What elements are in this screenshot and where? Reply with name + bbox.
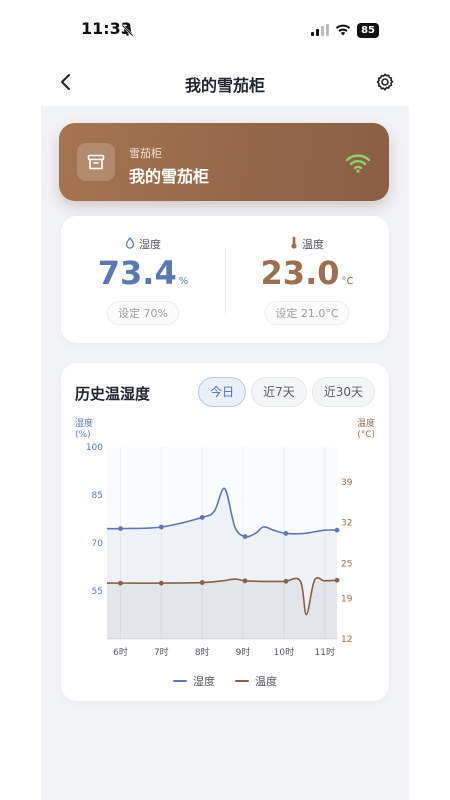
legend-item-temperature[interactable]: 温度 <box>235 673 277 689</box>
humidity-data-point <box>199 515 205 520</box>
x-tick-label: 6时 <box>113 646 128 658</box>
signal-icon <box>311 21 330 40</box>
chart-legend: 湿度 温度 <box>61 673 389 689</box>
device-type-label: 雪茄柜 <box>129 147 162 160</box>
thermometer-icon <box>290 236 298 252</box>
humidity-data-point <box>242 534 248 539</box>
gear-icon[interactable] <box>375 72 395 96</box>
wifi-icon <box>345 153 371 177</box>
legend-swatch-temperature <box>235 680 249 682</box>
temperature-data-point <box>158 580 164 586</box>
legend-swatch-humidity <box>173 680 187 682</box>
temperature-metric: 温度 23.0 °C 设定 21.0°C <box>225 216 389 343</box>
history-chart-card: 历史温湿度 今日 近7天 近30天 湿度 (%) 温度 (°C) 100 85 70… <box>61 363 389 701</box>
temperature-setpoint[interactable]: 设定 21.0°C <box>264 301 350 325</box>
navigation-bar: 我的雪茄柜 <box>41 60 409 106</box>
temperature-data-point <box>242 578 248 584</box>
temperature-data-point <box>283 578 289 584</box>
right-tick-label: 12 <box>341 635 352 645</box>
device-card[interactable]: 雪茄柜 我的雪茄柜 <box>59 123 389 201</box>
humidity-metric: 湿度 73.4% 设定 70% <box>61 216 225 343</box>
app-screen: 11:33 85 我的雪茄柜 雪茄柜 我的雪茄柜 湿度 73.4 % 设定 70… <box>41 0 409 800</box>
humidity-data-point <box>118 526 123 531</box>
water-drop-icon <box>125 236 135 252</box>
left-tick-label: 85 <box>92 491 103 501</box>
right-tick-label: 32 <box>341 519 352 529</box>
temperature-unit: °C <box>341 276 354 287</box>
bell-slash-icon <box>121 22 134 41</box>
humidity-data-point <box>334 527 340 533</box>
archive-box-icon <box>77 143 115 181</box>
status-wifi-icon <box>335 21 351 40</box>
temperature-label: 温度 <box>225 236 389 252</box>
temperature-data-point <box>118 580 123 586</box>
device-name: 我的雪茄柜 <box>129 167 210 186</box>
right-tick-label: 25 <box>341 559 352 569</box>
humidity-label: 湿度 <box>61 236 225 252</box>
x-tick-label: 10时 <box>274 646 294 658</box>
metrics-card: 湿度 73.4% 设定 70% 温度 23.0 °C 设定 21.0°C <box>61 216 389 343</box>
left-tick-label: 55 <box>92 587 103 597</box>
page-title: 我的雪茄柜 <box>184 76 265 95</box>
right-tick-label: 39 <box>341 478 353 488</box>
x-tick-label: 9时 <box>236 646 251 658</box>
legend-item-humidity[interactable]: 湿度 <box>173 673 215 689</box>
status-icons: 85 <box>311 21 379 40</box>
right-tick-label: 19 <box>341 594 353 604</box>
status-bar: 11:33 85 <box>41 0 409 60</box>
battery-indicator: 85 <box>357 23 379 38</box>
temperature-value: 23.0 °C <box>260 254 354 292</box>
humidity-unit: % <box>178 276 189 287</box>
history-line-chart: 100 85 70 55 39 32 25 19 12 6时 7时 8时 9时 10时 11时 <box>86 443 353 658</box>
humidity-data-point <box>283 531 289 536</box>
x-tick-label: 7时 <box>154 646 169 658</box>
left-tick-label: 70 <box>92 539 104 549</box>
humidity-data-point <box>158 524 164 530</box>
temperature-data-point <box>199 580 205 585</box>
temperature-data-point <box>334 577 340 583</box>
humidity-value: 73.4% <box>97 254 189 292</box>
x-tick-label: 11时 <box>315 646 335 658</box>
x-tick-label: 8时 <box>195 646 210 658</box>
humidity-setpoint[interactable]: 设定 70% <box>107 301 179 325</box>
left-tick-label: 100 <box>86 443 103 453</box>
